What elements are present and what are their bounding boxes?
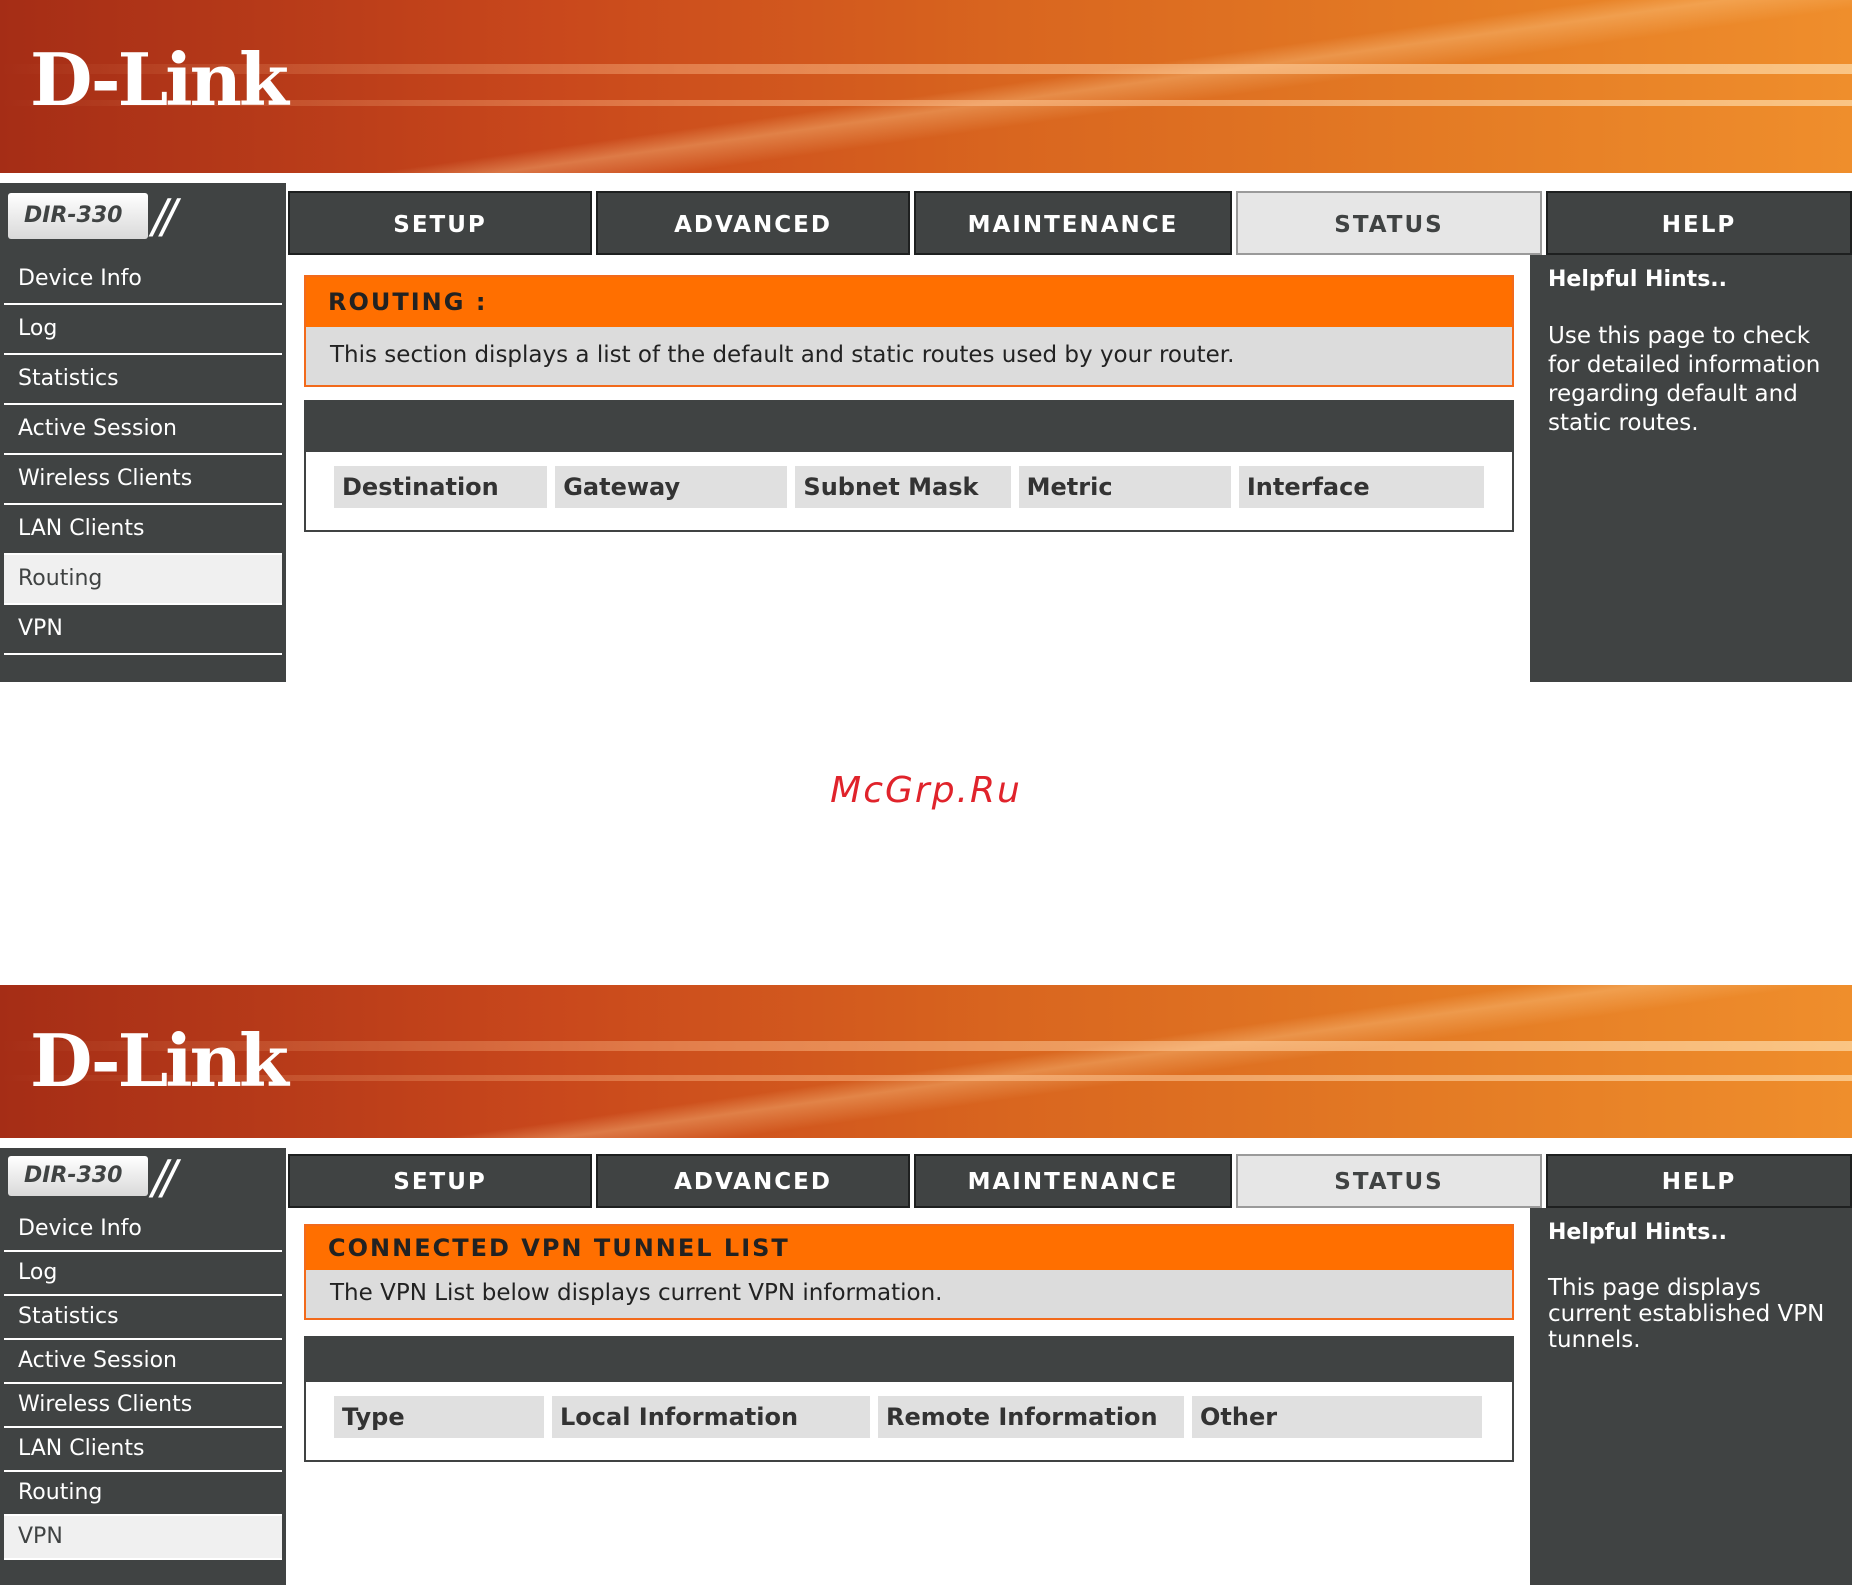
model-badge: DIR-330 // (0, 1148, 286, 1208)
table-header-row: Type Local Information Remote Informatio… (334, 1396, 1484, 1438)
vpn-tunnel-table: Type Local Information Remote Informatio… (304, 1336, 1514, 1462)
main-content: CONNECTED VPN TUNNEL LIST The VPN List b… (286, 1208, 1530, 1585)
sidebar-item-lan-clients[interactable]: LAN Clients (4, 505, 282, 555)
helpful-hints-panel: Helpful Hints.. Use this page to check f… (1530, 255, 1852, 682)
sidebar-item-routing[interactable]: Routing (4, 1472, 282, 1516)
model-label: DIR-330 (8, 1156, 148, 1196)
sidebar-item-log[interactable]: Log (4, 305, 282, 355)
tab-status[interactable]: STATUS (1236, 1154, 1542, 1208)
section-title: CONNECTED VPN TUNNEL LIST (306, 1226, 1512, 1270)
tab-advanced[interactable]: ADVANCED (596, 191, 910, 255)
tab-setup[interactable]: SETUP (288, 1154, 592, 1208)
model-badge: DIR-330 // (0, 183, 286, 255)
tab-maintenance[interactable]: MAINTENANCE (914, 191, 1232, 255)
column-header: Interface (1238, 466, 1484, 508)
table-title-bar (306, 1338, 1512, 1382)
section-info-box: ROUTING : This section displays a list o… (304, 275, 1514, 387)
routing-screen: D-Link DIR-330 // SETUP ADVANCED MAINTEN… (0, 0, 1852, 682)
sidebar-item-wireless-clients[interactable]: Wireless Clients (4, 1384, 282, 1428)
top-nav: DIR-330 // SETUP ADVANCED MAINTENANCE ST… (0, 183, 1852, 255)
column-header: Destination (334, 466, 548, 508)
sidebar-item-active-session[interactable]: Active Session (4, 405, 282, 455)
hints-text: This page displays current established V… (1548, 1275, 1825, 1353)
column-header: Gateway (555, 466, 788, 508)
column-header: Remote Information (878, 1396, 1184, 1438)
sidebar-item-device-info[interactable]: Device Info (4, 255, 282, 305)
hints-text: Use this page to check for detailed info… (1548, 323, 1821, 436)
model-label: DIR-330 (8, 193, 148, 239)
watermark: McGrp.Ru (830, 770, 1022, 811)
tab-setup[interactable]: SETUP (288, 191, 592, 255)
tab-status[interactable]: STATUS (1236, 191, 1542, 255)
slash-decoration-icon: // (152, 1150, 177, 1204)
sidebar-item-routing[interactable]: Routing (4, 555, 282, 605)
tab-help[interactable]: HELP (1546, 191, 1852, 255)
section-description: The VPN List below displays current VPN … (330, 1280, 943, 1306)
column-header: Other (1192, 1396, 1482, 1438)
section-description: This section displays a list of the defa… (330, 342, 1235, 368)
tab-advanced[interactable]: ADVANCED (596, 1154, 910, 1208)
hints-title: Helpful Hints.. (1548, 267, 1727, 292)
vpn-screen: D-Link DIR-330 // SETUP ADVANCED MAINTEN… (0, 985, 1852, 1585)
sidebar-item-statistics[interactable]: Statistics (4, 1296, 282, 1340)
column-header: Local Information (552, 1396, 870, 1438)
sidebar-item-log[interactable]: Log (4, 1252, 282, 1296)
sidebar-item-statistics[interactable]: Statistics (4, 355, 282, 405)
main-content: ROUTING : This section displays a list o… (286, 255, 1530, 682)
tab-help[interactable]: HELP (1546, 1154, 1852, 1208)
sidebar: Device Info Log Statistics Active Sessio… (0, 255, 286, 682)
column-header: Metric (1018, 466, 1231, 508)
sidebar-item-vpn[interactable]: VPN (4, 605, 282, 655)
column-header: Type (334, 1396, 544, 1438)
sidebar-item-active-session[interactable]: Active Session (4, 1340, 282, 1384)
tab-maintenance[interactable]: MAINTENANCE (914, 1154, 1232, 1208)
column-header: Subnet Mask (795, 466, 1011, 508)
sidebar: Device Info Log Statistics Active Sessio… (0, 1208, 286, 1585)
sidebar-item-wireless-clients[interactable]: Wireless Clients (4, 455, 282, 505)
top-nav: DIR-330 // SETUP ADVANCED MAINTENANCE ST… (0, 1148, 1852, 1208)
table-title-bar (306, 402, 1512, 452)
section-info-box: CONNECTED VPN TUNNEL LIST The VPN List b… (304, 1224, 1514, 1320)
header-banner: D-Link (0, 985, 1852, 1143)
slash-decoration-icon: // (152, 189, 177, 243)
header-banner: D-Link (0, 0, 1852, 178)
hints-title: Helpful Hints.. (1548, 1220, 1727, 1245)
helpful-hints-panel: Helpful Hints.. This page displays curre… (1530, 1208, 1852, 1585)
routing-table: Destination Gateway Subnet Mask Metric I… (304, 400, 1514, 532)
sidebar-item-device-info[interactable]: Device Info (4, 1208, 282, 1252)
dlink-logo[interactable]: D-Link (30, 1025, 289, 1097)
sidebar-item-lan-clients[interactable]: LAN Clients (4, 1428, 282, 1472)
section-title: ROUTING : (306, 277, 1512, 327)
sidebar-item-vpn[interactable]: VPN (4, 1516, 282, 1560)
table-header-row: Destination Gateway Subnet Mask Metric I… (334, 466, 1484, 508)
dlink-logo[interactable]: D-Link (30, 44, 289, 116)
